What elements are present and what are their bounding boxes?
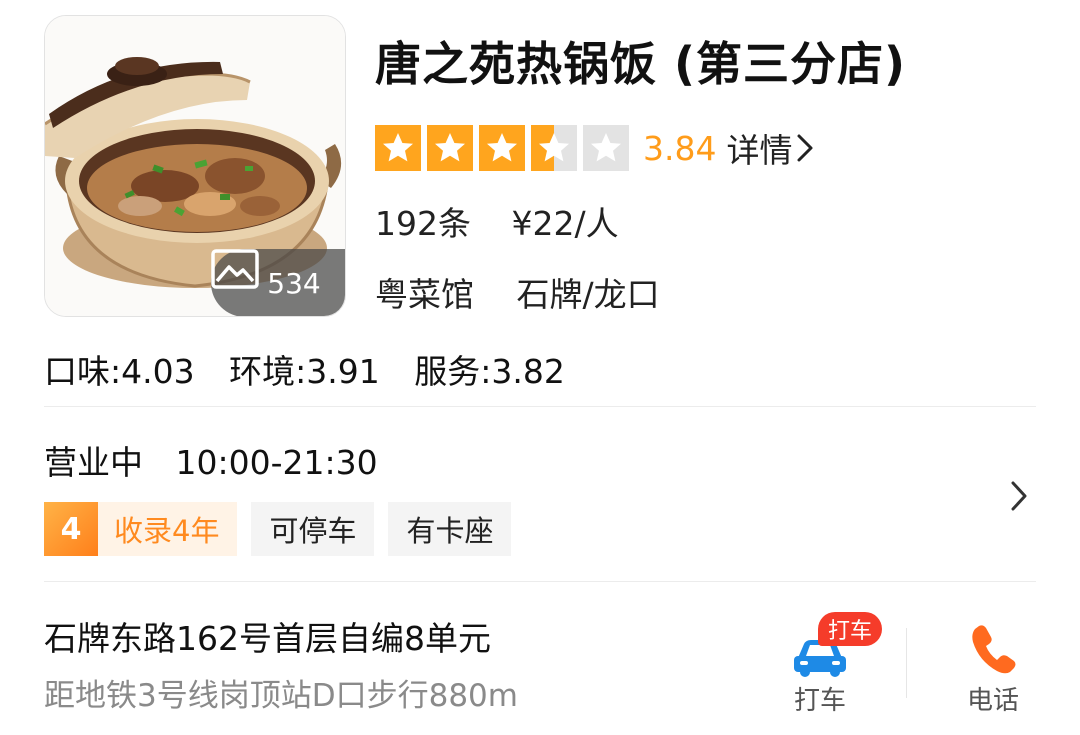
star-half-icon <box>531 125 577 171</box>
divider <box>44 406 1036 407</box>
tag-list: 4 收录4年 可停车 有卡座 <box>44 502 512 556</box>
sub-scores: 口味:4.03 环境:3.91 服务:3.82 <box>44 345 565 393</box>
detail-label: 详情 <box>726 131 793 170</box>
category-label: 粤菜馆 <box>375 275 474 314</box>
star-rating <box>375 125 635 171</box>
hours-tags-section[interactable]: 营业中 10:00-21:30 4 收录4年 可停车 有卡座 <box>44 418 1036 573</box>
service-score: 服务:3.82 <box>414 352 565 391</box>
chevron-right-icon <box>797 134 813 162</box>
area-label: 石牌/龙口 <box>516 275 660 314</box>
photo-count-badge[interactable]: 534 <box>211 249 345 316</box>
rating-score: 3.84 <box>643 128 717 168</box>
price-per-person: ¥22/人 <box>511 204 619 243</box>
subway-distance: 距地铁3号线岗顶站D口步行880m <box>44 678 518 714</box>
years-badge: 4 <box>44 502 98 556</box>
rating-row: 3.84 详情 <box>375 125 814 171</box>
rating-detail-link[interactable]: 详情 <box>726 124 814 172</box>
star-filled-icon <box>427 125 473 171</box>
tag-booth: 有卡座 <box>388 502 512 556</box>
call-button[interactable]: 电话 <box>933 612 1053 722</box>
environment-score: 环境:3.91 <box>229 352 380 391</box>
action-divider <box>906 628 907 698</box>
shop-address[interactable]: 石牌东路162号首层自编8单元 <box>44 612 491 660</box>
taxi-badge: 打车 <box>818 612 883 646</box>
reviews-price-row: 192条 ¥22/人 <box>375 197 619 245</box>
shop-photo[interactable]: 534 <box>44 15 346 317</box>
phone-icon <box>972 625 1016 674</box>
category-area-row: 粤菜馆 石牌/龙口 <box>375 268 660 316</box>
call-label: 电话 <box>966 686 1019 716</box>
star-empty-icon <box>583 125 629 171</box>
review-count[interactable]: 192条 <box>375 204 471 243</box>
tag-parking: 可停车 <box>251 502 375 556</box>
years-label: 收录4年 <box>114 514 220 548</box>
star-filled-icon <box>479 125 525 171</box>
divider <box>44 581 1036 582</box>
taxi-label: 打车 <box>793 686 846 716</box>
taxi-button[interactable]: 打车 打车 <box>760 612 883 722</box>
photo-count-text: 534 <box>267 266 321 300</box>
open-time: 10:00-21:30 <box>175 443 378 482</box>
open-status: 营业中 <box>44 443 143 482</box>
image-icon <box>211 249 259 289</box>
shop-title: 唐之苑热锅饭 (第三分店) <box>375 37 907 91</box>
chevron-right-icon <box>1011 481 1027 511</box>
tag-listed-years: 4 收录4年 <box>44 502 238 556</box>
taste-score: 口味:4.03 <box>44 352 195 391</box>
star-filled-icon <box>375 125 421 171</box>
business-hours: 营业中 10:00-21:30 <box>44 436 378 484</box>
